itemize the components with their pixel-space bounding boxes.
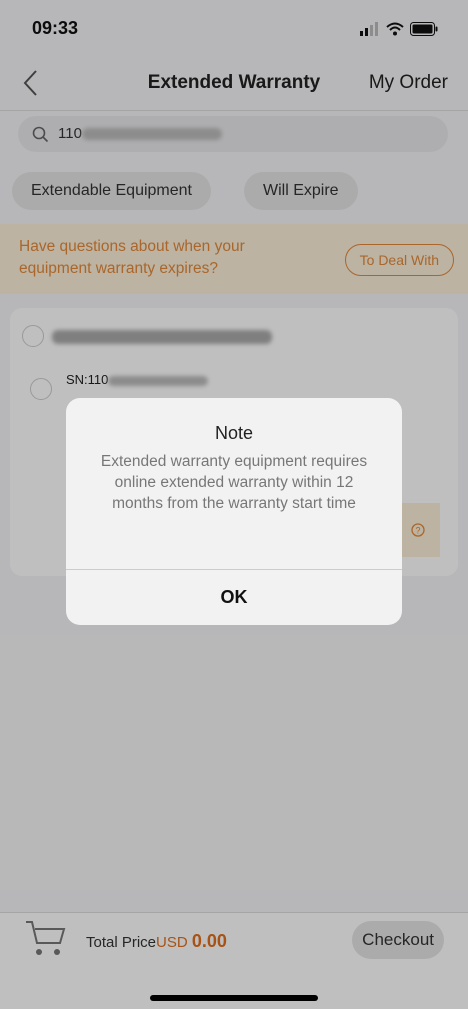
dialog-message: Extended warranty equipment requires onl…	[100, 453, 368, 512]
ok-button[interactable]: OK	[66, 570, 402, 625]
note-dialog: Note Extended warranty equipment require…	[66, 398, 402, 625]
dialog-title: Note	[214, 423, 254, 443]
